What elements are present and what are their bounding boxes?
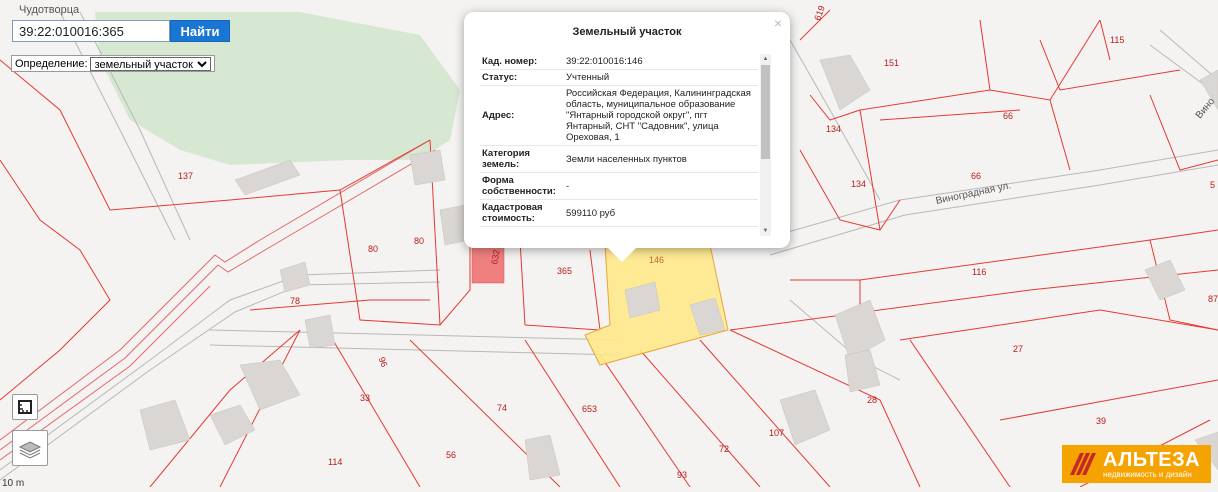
parcel-label: 114 (328, 457, 343, 467)
parcel-label: 39 (1096, 416, 1107, 426)
definition-selector: Определение: земельный участок (11, 55, 215, 72)
table-row: Форма собственности: - (480, 172, 758, 200)
altesa-logo: АЛЬТЕЗА недвижимость и дизайн (1062, 445, 1211, 483)
parcel-label: 72 (719, 444, 730, 454)
popup-scrollbar[interactable]: ▲ ▼ (760, 54, 771, 236)
table-row: Статус: Учтенный (480, 69, 758, 86)
parcel-label: 146 (649, 255, 665, 265)
table-row: Адрес: Российская Федерация, Калининградс… (480, 85, 758, 146)
row-value: 599110 руб (564, 199, 758, 227)
parcel-label: 107 (769, 428, 785, 438)
row-value: Российская Федерация, Калининградская об… (564, 85, 758, 146)
parcel-label: 27 (1013, 344, 1024, 354)
parcel-label: 5 (1210, 180, 1216, 190)
parcel-label: 87 (1208, 294, 1218, 304)
row-value: 39:22:010016:146 (564, 54, 758, 70)
parcel-label: 93 (677, 470, 688, 480)
row-key: Адрес: (480, 85, 564, 146)
parcel-info-table: Кад. номер: 39:22:010016:146 Статус: Учтен… (480, 54, 758, 227)
parcel-label: 134 (826, 124, 842, 134)
parcel-label: 151 (884, 58, 900, 68)
definition-select[interactable]: земельный участок (89, 56, 211, 71)
parcel-label: 137 (178, 171, 194, 181)
row-key: Кад. номер: (480, 54, 564, 70)
parcel-label: 134 (851, 179, 867, 189)
scrollbar-thumb[interactable] (761, 65, 770, 159)
search-box: Найти (12, 20, 230, 44)
layers-icon (18, 441, 42, 459)
parcel-label: 115 (1110, 35, 1125, 45)
parcel-label: 365 (557, 266, 573, 276)
popup-title: Земельный участок (572, 26, 682, 38)
parcel-label: 28 (867, 395, 878, 405)
popup-body[interactable]: Кад. номер: 39:22:010016:146 Статус: Учтен… (480, 54, 770, 234)
parcel-label: 33 (360, 393, 371, 403)
table-row: Кадастровая стоимость: 599110 руб (480, 199, 758, 227)
row-value: Учтенный (564, 69, 758, 86)
layers-button[interactable] (12, 430, 48, 466)
ruler-icon (18, 400, 32, 414)
parcel-label: 80 (414, 236, 425, 246)
row-key: Категория земель: (480, 145, 564, 173)
logo-icon (1070, 453, 1096, 475)
parcel-label: 56 (446, 450, 457, 460)
table-row: Кад. номер: 39:22:010016:146 (480, 54, 758, 70)
parcel-label: 78 (290, 296, 301, 306)
row-key: Кадастровая стоимость: (480, 199, 564, 227)
parcel-label: 74 (497, 403, 508, 413)
parcel-label: 653 (582, 404, 598, 414)
parcel-label: 66 (1003, 111, 1014, 121)
row-value: Земли населенных пунктов (564, 145, 758, 173)
definition-label: Определение: (15, 57, 88, 70)
row-value: - (564, 172, 758, 200)
cadastral-search-input[interactable] (12, 20, 170, 42)
scale-label: 10 m (2, 478, 25, 489)
logo-main-text: АЛЬТЕЗА (1103, 448, 1201, 471)
search-button[interactable]: Найти (170, 20, 230, 42)
logo-sub-text: недвижимость и дизайн (1103, 469, 1192, 479)
parcel-label: 116 (972, 267, 987, 277)
parcel-label: 80 (368, 244, 379, 254)
row-key: Статус: (480, 69, 564, 86)
town-label: Чудотворца (19, 4, 80, 16)
scroll-down-icon[interactable]: ▼ (760, 226, 771, 236)
parcel-label: 66 (971, 171, 982, 181)
measure-button[interactable] (12, 394, 38, 420)
scroll-up-icon[interactable]: ▲ (760, 54, 771, 64)
row-key: Форма собственности: (480, 172, 564, 200)
table-row: Категория земель: Земли населенных пункто… (480, 145, 758, 173)
parcel-info-popup: × Земельный участок Кад. номер: 39:22:010… (464, 12, 790, 262)
